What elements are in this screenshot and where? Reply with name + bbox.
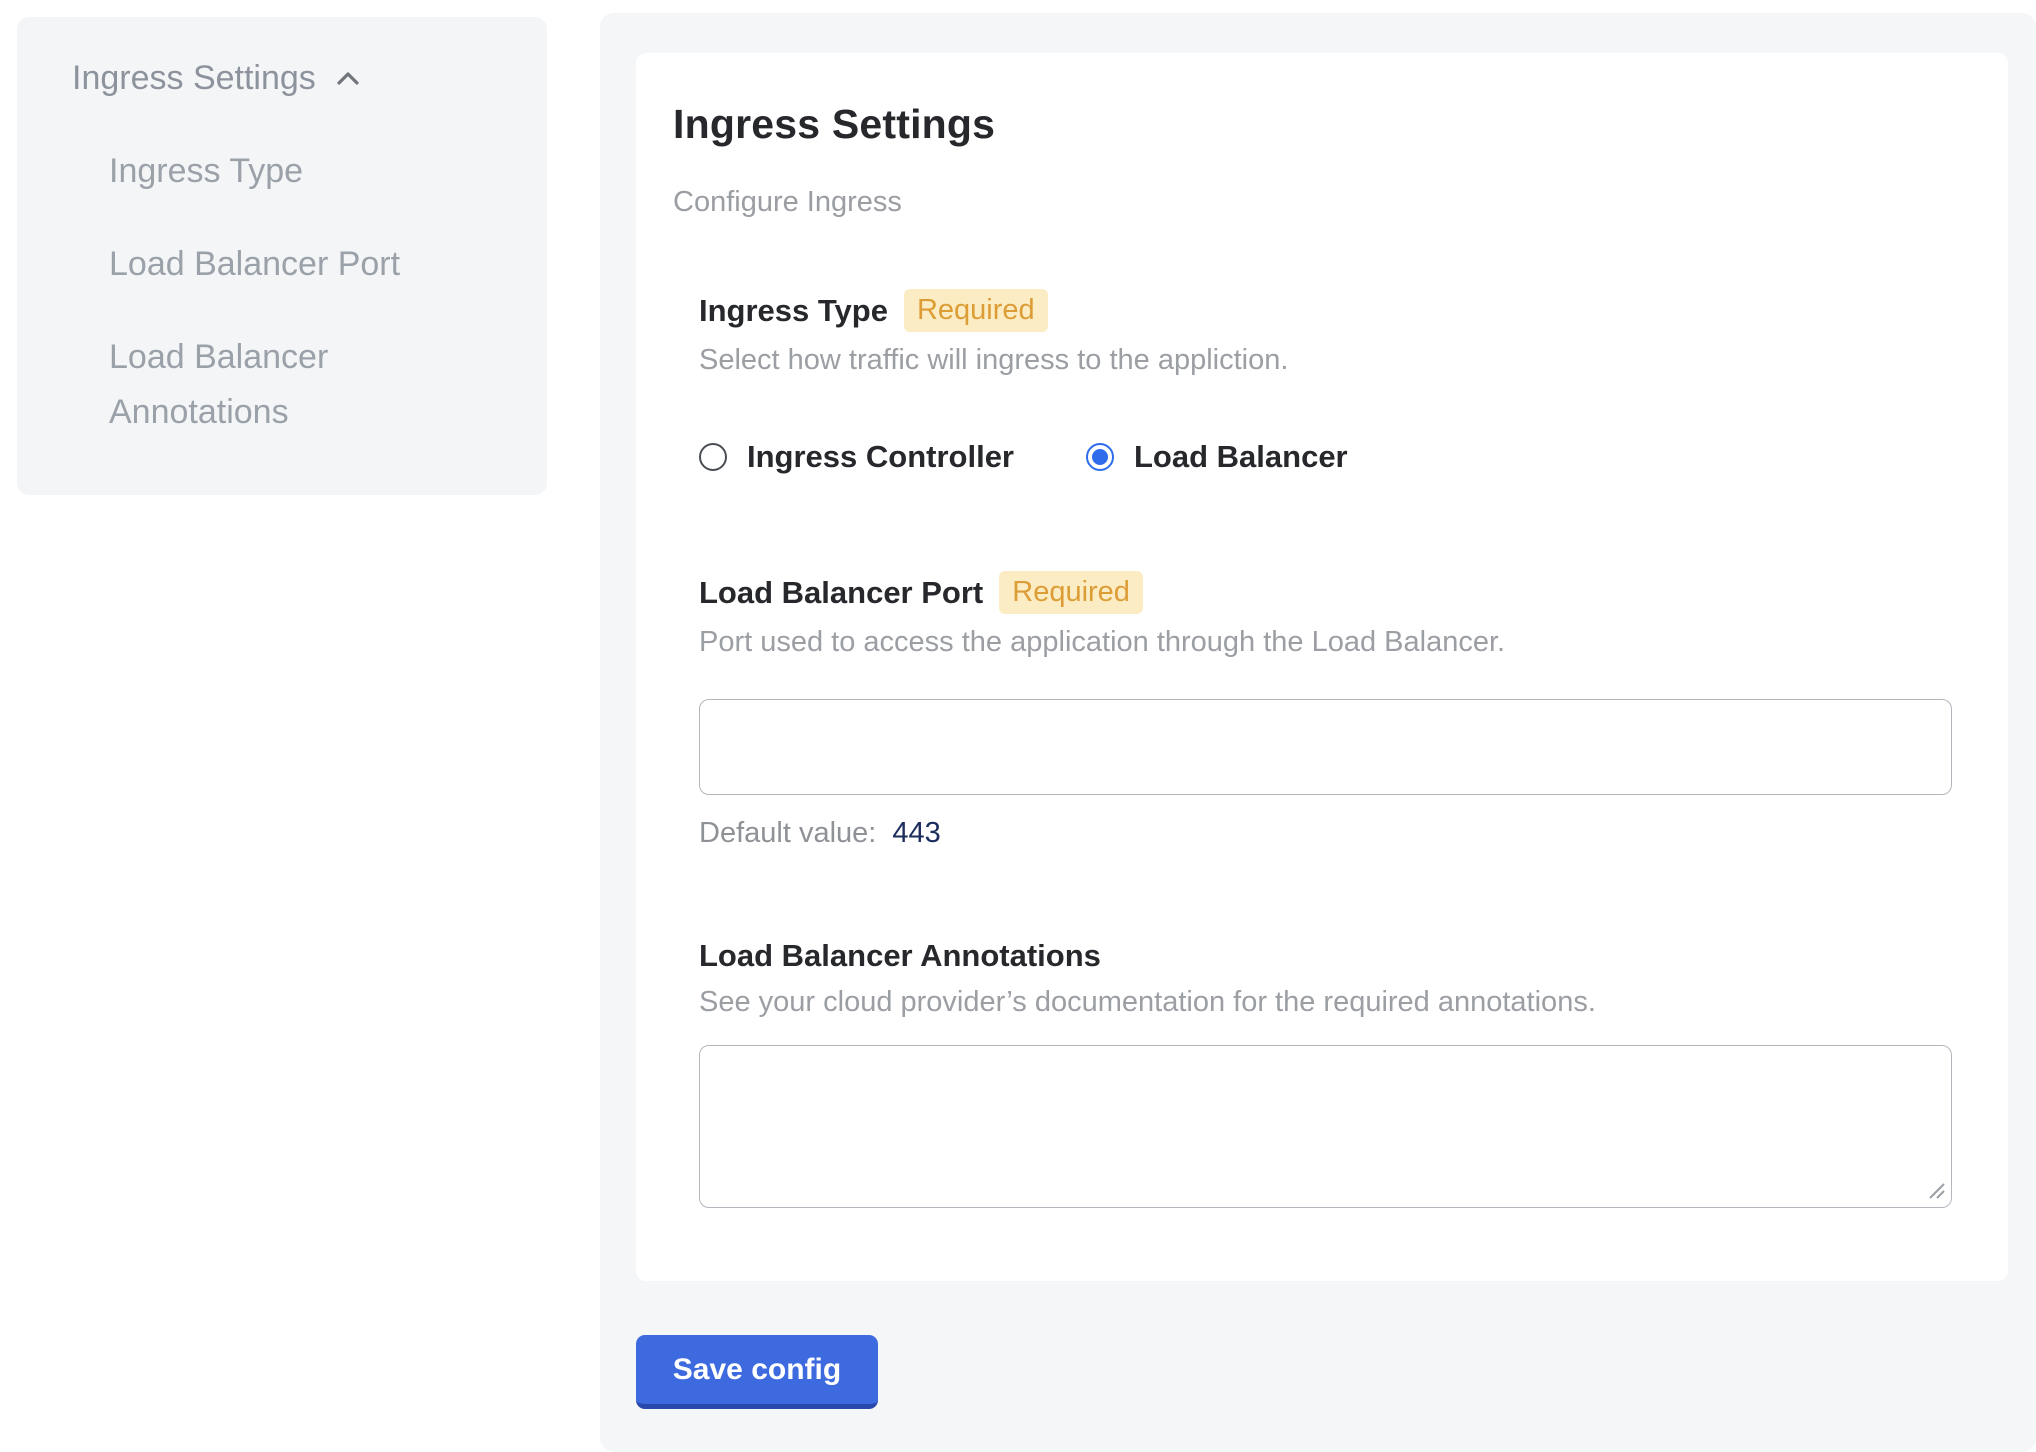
sidebar-item-load-balancer-annotations[interactable]: Load Balancer Annotations [109, 330, 439, 440]
radio-icon[interactable] [1086, 443, 1114, 471]
sidebar-item-ingress-settings[interactable]: Ingress Settings [72, 59, 507, 98]
radio-option-load-balancer[interactable]: Load Balancer [1086, 439, 1348, 475]
default-value: 443 [892, 817, 940, 849]
radio-option-ingress-controller[interactable]: Ingress Controller [699, 439, 1014, 475]
settings-card: Ingress Settings Configure Ingress Ingre… [636, 53, 2008, 1281]
section-ingress-type: Ingress Type Required Select how traffic… [699, 289, 1952, 475]
radio-label: Load Balancer [1134, 439, 1348, 475]
required-badge: Required [999, 571, 1143, 614]
chevron-up-icon [332, 63, 364, 95]
ingress-type-radio-group: Ingress Controller Load Balancer [699, 439, 1952, 475]
section-label-load-balancer-annotations: Load Balancer Annotations [699, 938, 1101, 974]
section-label-load-balancer-port: Load Balancer Port [699, 575, 983, 611]
resize-handle-icon[interactable] [1924, 1178, 1946, 1200]
section-label-ingress-type: Ingress Type [699, 293, 888, 329]
main-panel: Ingress Settings Configure Ingress Ingre… [600, 13, 2036, 1452]
radio-icon[interactable] [699, 443, 727, 471]
settings-nav: Ingress Settings Ingress Type Load Balan… [17, 17, 547, 495]
radio-label: Ingress Controller [747, 439, 1014, 475]
save-config-button[interactable]: Save config [636, 1335, 878, 1409]
sidebar-item-load-balancer-port[interactable]: Load Balancer Port [109, 237, 439, 292]
sidebar-item-ingress-type[interactable]: Ingress Type [109, 144, 439, 199]
load-balancer-annotations-textarea[interactable] [699, 1045, 1952, 1208]
load-balancer-port-input[interactable] [699, 699, 1952, 795]
section-description-load-balancer-port: Port used to access the application thro… [699, 626, 1952, 659]
page-subtitle: Configure Ingress [673, 186, 1952, 219]
section-description-load-balancer-annotations: See your cloud provider’s documentation … [699, 986, 1952, 1019]
sidebar-section-label: Ingress Settings [72, 59, 316, 98]
default-value-note: Default value: 443 [699, 817, 1952, 850]
default-value-label: Default value: [699, 817, 876, 849]
required-badge: Required [904, 289, 1048, 332]
section-load-balancer-annotations: Load Balancer Annotations See your cloud… [699, 938, 1952, 1208]
page-title: Ingress Settings [673, 101, 1952, 148]
section-load-balancer-port: Load Balancer Port Required Port used to… [699, 571, 1952, 850]
section-description-ingress-type: Select how traffic will ingress to the a… [699, 344, 1952, 377]
